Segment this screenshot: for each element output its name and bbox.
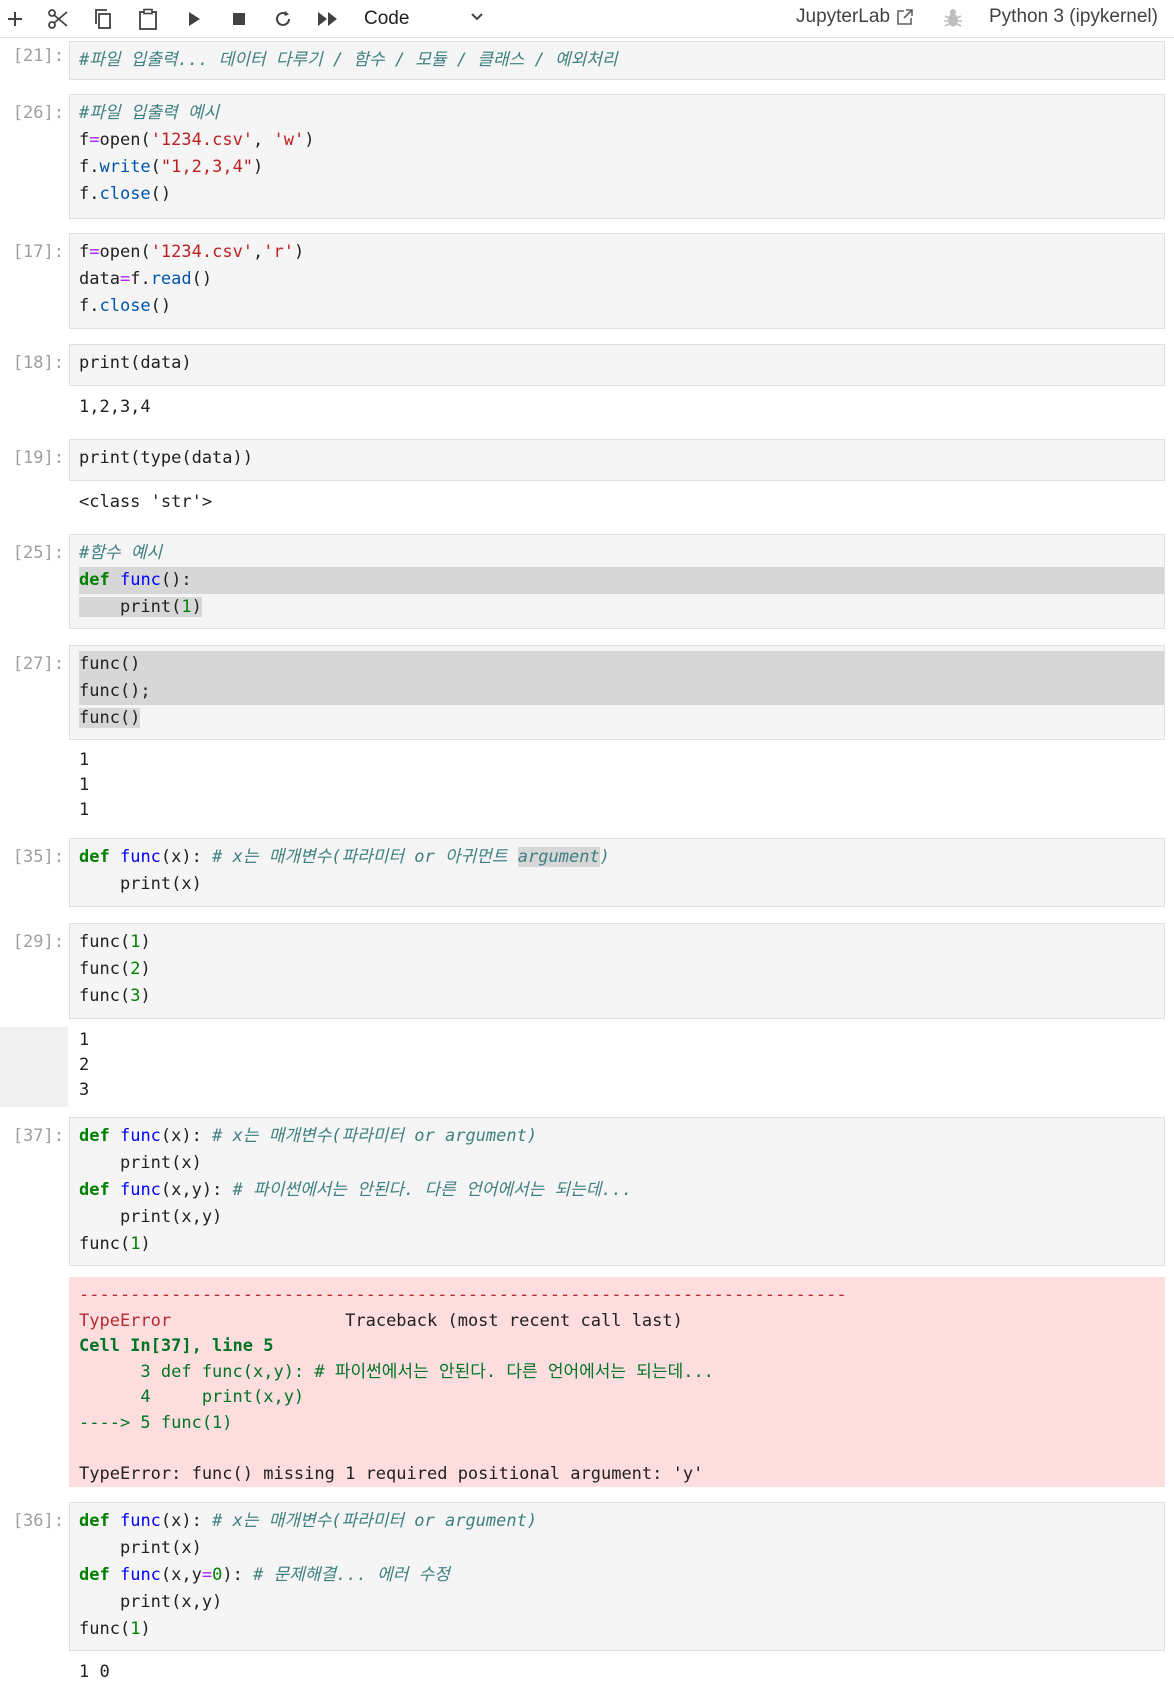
cell-input[interactable]: f=open('1234.csv','r') data=f.read() f.c… xyxy=(69,233,1165,329)
cell-input[interactable]: def func(x): # x는 매개변수(파라미터 or argument)… xyxy=(69,1502,1165,1651)
cell-input[interactable]: print(data) xyxy=(69,344,1165,386)
cell-output: <class 'str'> xyxy=(79,492,213,512)
error-separator: ----------------------------------------… xyxy=(79,1285,847,1305)
error-type: TypeError xyxy=(79,1310,172,1331)
cell-input[interactable]: #함수 예시 def func(): print(1) xyxy=(69,534,1165,629)
traceback-line: 4 print(x,y) xyxy=(79,1387,305,1407)
cut-icon[interactable] xyxy=(43,4,73,34)
code-line: #함수 예시 xyxy=(79,543,163,563)
cell-prompt: [17]: xyxy=(12,242,64,262)
cell-prompt: [25]: xyxy=(12,543,64,563)
restart-icon[interactable] xyxy=(268,4,298,34)
cell-output: 1 1 1 xyxy=(69,748,1165,823)
external-link-icon xyxy=(897,9,913,25)
traceback-line: 3 def func(x,y): # 파이썬에서는 안된다. 다른 언어에서는 … xyxy=(79,1361,714,1382)
cell-output: 1,2,3,4 xyxy=(79,397,151,417)
cell-output: 1 2 3 xyxy=(69,1028,1165,1103)
cell-prompt: [27]: xyxy=(12,654,64,674)
open-jupyterlab-link[interactable]: JupyterLab xyxy=(796,6,914,28)
cell-input[interactable]: func(1) func(2) func(3) xyxy=(69,923,1165,1019)
output-line: 1 xyxy=(79,800,90,820)
cell-prompt: [35]: xyxy=(12,847,64,867)
error-output: ----------------------------------------… xyxy=(69,1277,1165,1487)
cell-type-label: Code xyxy=(364,8,410,29)
output-collapser[interactable] xyxy=(0,1027,68,1107)
output-line: 1 xyxy=(79,775,90,795)
cell-input[interactable]: def func(x): # x는 매개변수(파라미터 or 아귀먼트 argu… xyxy=(69,838,1165,907)
add-cell-icon[interactable] xyxy=(0,4,30,34)
notebook-toolbar: Code JupyterLab Python 3 (ipykernel) xyxy=(0,0,1174,38)
code-line: #파일 입출력... 데이터 다루기 / 함수 / 모듈 / 클래스 / 예외처… xyxy=(79,50,618,70)
output-line: 2 xyxy=(79,1055,90,1075)
stop-icon[interactable] xyxy=(224,4,254,34)
output-line: 1 xyxy=(79,750,90,770)
cell-input[interactable]: print(type(data)) xyxy=(69,439,1165,481)
debugger-bug-icon[interactable] xyxy=(943,7,963,34)
error-message: TypeError: func() missing 1 required pos… xyxy=(79,1463,704,1484)
traceback-current-line: ----> 5 func(1) xyxy=(79,1412,233,1433)
output-line: 3 xyxy=(79,1080,90,1100)
kernel-name[interactable]: Python 3 (ipykernel) xyxy=(989,6,1158,28)
traceback-header: Traceback (most recent call last) xyxy=(345,1310,683,1331)
cell-input[interactable]: def func(x): # x는 매개변수(파라미터 or argument)… xyxy=(69,1117,1165,1266)
cell-input[interactable]: #파일 입출력 예시 f=open('1234.csv', 'w') f.wri… xyxy=(69,94,1165,219)
cell-output: 1 0 xyxy=(79,1662,110,1682)
cell-prompt: [18]: xyxy=(12,353,64,373)
cell-prompt: [26]: xyxy=(12,103,64,123)
code-line: #파일 입출력 예시 xyxy=(79,103,220,123)
jupyterlab-label: JupyterLab xyxy=(796,6,891,27)
error-cell-ref: Cell In[37], line 5 xyxy=(79,1336,274,1356)
cell-type-select[interactable]: Code xyxy=(364,6,484,32)
cell-input[interactable]: func() func(); func() xyxy=(69,645,1165,740)
cell-prompt: [36]: xyxy=(12,1511,64,1531)
run-icon[interactable] xyxy=(179,4,209,34)
cell-input[interactable]: #파일 입출력... 데이터 다루기 / 함수 / 모듈 / 클래스 / 예외처… xyxy=(69,41,1165,80)
paste-icon[interactable] xyxy=(133,4,163,34)
cell-prompt: [21]: xyxy=(12,46,64,66)
copy-icon[interactable] xyxy=(88,4,118,34)
fast-forward-icon[interactable] xyxy=(313,4,343,34)
chevron-down-icon xyxy=(471,13,483,21)
output-line: 1 xyxy=(79,1030,90,1050)
cell-prompt: [19]: xyxy=(12,448,64,468)
cell-prompt: [29]: xyxy=(12,932,64,952)
cell-prompt: [37]: xyxy=(12,1126,64,1146)
